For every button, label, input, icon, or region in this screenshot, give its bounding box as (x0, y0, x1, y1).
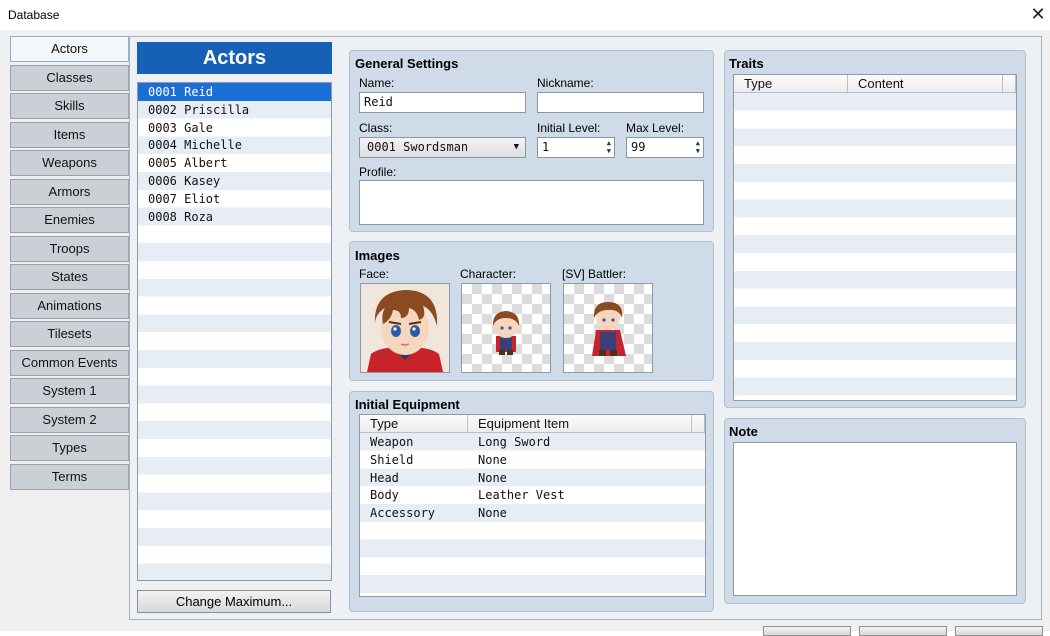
tab-types[interactable]: Types (10, 435, 129, 461)
tab-terms[interactable]: Terms (10, 464, 129, 490)
nickname-input[interactable] (537, 92, 704, 113)
equipment-row[interactable]: Weapon Long Sword (360, 433, 705, 451)
initial-level-spinner[interactable]: 1 ▲▼ (537, 137, 615, 158)
title-bar (0, 0, 1050, 30)
equipment-row[interactable]: Accessory None (360, 504, 705, 522)
images-title: Images (355, 248, 400, 263)
class-label: Class: (359, 121, 392, 135)
apply-button[interactable] (955, 626, 1043, 636)
equipment-type: Shield (370, 451, 413, 469)
equipment-col-filler (692, 415, 705, 433)
tab-common-events[interactable]: Common Events (10, 350, 129, 376)
initial-level-label: Initial Level: (537, 121, 600, 135)
name-label: Name: (359, 76, 394, 90)
actor-list-item[interactable]: 0008 Roza (138, 208, 331, 226)
cancel-button[interactable] (859, 626, 947, 636)
profile-label: Profile: (359, 165, 396, 179)
hero-face-portrait (361, 284, 449, 372)
equipment-row[interactable]: Body Leather Vest (360, 486, 705, 504)
equipment-row[interactable]: Shield None (360, 451, 705, 469)
class-dropdown[interactable]: 0001 Swordsman ▼ (359, 137, 526, 158)
tab-armors[interactable]: Armors (10, 179, 129, 205)
tab-system-2[interactable]: System 2 (10, 407, 129, 433)
traits-title: Traits (729, 56, 764, 71)
equipment-item: Leather Vest (478, 486, 565, 504)
equipment-type: Accessory (370, 504, 435, 522)
tab-system-1[interactable]: System 1 (10, 378, 129, 404)
general-settings-title: General Settings (355, 56, 458, 71)
battler-label: [SV] Battler: (562, 267, 626, 281)
traits-col-type[interactable]: Type (734, 75, 848, 93)
tab-items[interactable]: Items (10, 122, 129, 148)
spinner-arrows-icon[interactable]: ▲▼ (607, 139, 611, 155)
max-level-label: Max Level: (626, 121, 684, 135)
actor-list-item[interactable]: 0001 Reid (138, 83, 331, 101)
note-title: Note (729, 424, 758, 439)
face-label: Face: (359, 267, 389, 281)
initial-level-value: 1 (542, 140, 549, 154)
equipment-col-type[interactable]: Type (360, 415, 468, 433)
spinner-arrows-icon[interactable]: ▲▼ (696, 139, 700, 155)
traits-col-content[interactable]: Content (848, 75, 1003, 93)
close-icon[interactable]: ✕ (1028, 3, 1048, 25)
tab-skills[interactable]: Skills (10, 93, 129, 119)
actor-list-item[interactable]: 0004 Michelle (138, 136, 331, 154)
equipment-item: None (478, 451, 507, 469)
battler-sprite (564, 284, 652, 372)
tab-animations[interactable]: Animations (10, 293, 129, 319)
equipment-item: None (478, 504, 507, 522)
nickname-label: Nickname: (537, 76, 594, 90)
actor-list-item[interactable]: 0005 Albert (138, 154, 331, 172)
equipment-item: Long Sword (478, 433, 550, 451)
character-image[interactable] (461, 283, 551, 373)
actor-list[interactable]: 0001 Reid0002 Priscilla0003 Gale0004 Mic… (137, 82, 332, 581)
tab-classes[interactable]: Classes (10, 65, 129, 91)
tab-enemies[interactable]: Enemies (10, 207, 129, 233)
equipment-row[interactable]: Head None (360, 469, 705, 487)
character-sprite (462, 284, 550, 372)
initial-equipment-title: Initial Equipment (355, 397, 460, 412)
tab-tilesets[interactable]: Tilesets (10, 321, 129, 347)
face-image[interactable] (360, 283, 450, 373)
traits-col-filler (1003, 75, 1016, 93)
note-textarea[interactable] (733, 442, 1017, 596)
tab-troops[interactable]: Troops (10, 236, 129, 262)
equipment-table: Type Equipment Item WeaponLong SwordShie… (359, 414, 706, 597)
max-level-value: 99 (631, 140, 645, 154)
chevron-down-icon: ▼ (514, 138, 519, 157)
actors-header: Actors (137, 42, 332, 74)
change-maximum-button[interactable]: Change Maximum... (137, 590, 331, 613)
actor-list-item[interactable]: 0006 Kasey (138, 172, 331, 190)
equipment-item: None (478, 469, 507, 487)
tab-states[interactable]: States (10, 264, 129, 290)
equipment-type: Head (370, 469, 399, 487)
name-input[interactable]: Reid (359, 92, 526, 113)
max-level-spinner[interactable]: 99 ▲▼ (626, 137, 704, 158)
actor-list-item[interactable]: 0002 Priscilla (138, 101, 331, 119)
class-dropdown-value: 0001 Swordsman (367, 140, 468, 154)
traits-table[interactable]: Type Content (733, 74, 1017, 401)
character-label: Character: (460, 267, 516, 281)
tab-weapons[interactable]: Weapons (10, 150, 129, 176)
profile-textarea[interactable] (359, 180, 704, 225)
battler-image[interactable] (563, 283, 653, 373)
window-title: Database (8, 8, 59, 22)
actor-list-item[interactable]: 0003 Gale (138, 119, 331, 137)
equipment-type: Weapon (370, 433, 413, 451)
actor-list-item[interactable]: 0007 Eliot (138, 190, 331, 208)
tab-actors[interactable]: Actors (10, 36, 129, 62)
equipment-type: Body (370, 486, 399, 504)
equipment-col-item[interactable]: Equipment Item (468, 415, 692, 433)
ok-button[interactable] (763, 626, 851, 636)
